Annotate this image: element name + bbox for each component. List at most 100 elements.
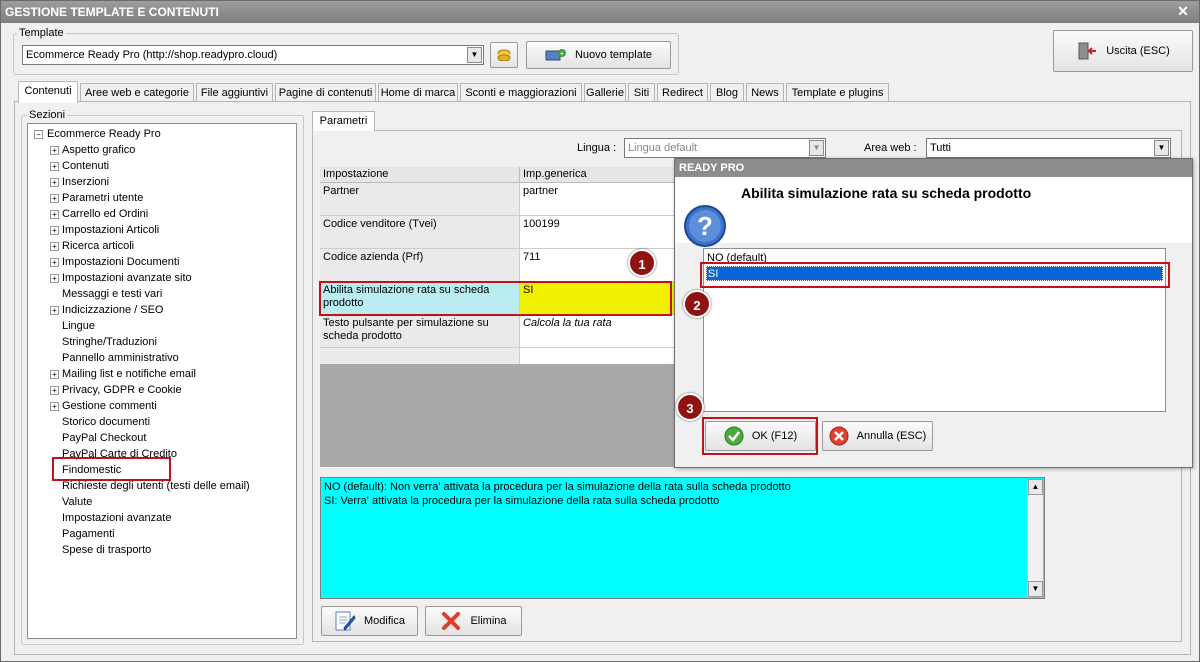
expand-icon[interactable]: + <box>50 370 59 379</box>
tree-item-storico-documenti[interactable]: Storico documenti <box>62 414 150 430</box>
tab-redirect[interactable]: Redirect <box>657 83 708 102</box>
lingua-select[interactable]: Lingua default ▼ <box>624 138 826 158</box>
new-template-button[interactable]: + Nuovo template <box>526 41 671 69</box>
expand-icon[interactable]: + <box>50 274 59 283</box>
expand-icon[interactable]: + <box>50 178 59 187</box>
expand-icon[interactable]: + <box>50 210 59 219</box>
expand-icon[interactable]: + <box>50 402 59 411</box>
tab-parametri[interactable]: Parametri <box>312 111 375 131</box>
expand-icon[interactable]: + <box>50 162 59 171</box>
tree-item-carrello-ed-ordini[interactable]: Carrello ed Ordini <box>62 206 148 222</box>
template-select[interactable]: Ecommerce Ready Pro (http://shop.readypr… <box>22 45 484 65</box>
tab-aree-web-e-categorie[interactable]: Aree web e categorie <box>80 83 194 102</box>
edit-button[interactable]: Modifica <box>321 606 418 636</box>
row-setting[interactable]: Testo pulsante per simulazione su scheda… <box>320 315 520 348</box>
tree-item-impostazioni-avanzate[interactable]: Impostazioni avanzate <box>62 510 171 526</box>
description-line: SI: Verra' attivata la procedura per la … <box>324 495 720 507</box>
tab-label: Aree web e categorie <box>85 87 189 99</box>
exit-label: Uscita (ESC) <box>1106 45 1170 57</box>
tab-siti[interactable]: Siti <box>628 83 655 102</box>
tab-news[interactable]: News <box>746 83 784 102</box>
tab-label: Siti <box>633 87 650 99</box>
tab-pagine-di-contenuti[interactable]: Pagine di contenuti <box>275 83 376 102</box>
tab-blog[interactable]: Blog <box>710 83 744 102</box>
expand-icon[interactable]: + <box>50 226 59 235</box>
tab-parametri-label: Parametri <box>319 115 368 127</box>
dialog-title: READY PRO <box>675 159 1192 177</box>
tree-item-stringhe-traduzioni[interactable]: Stringhe/Traduzioni <box>62 334 157 350</box>
database-icon <box>497 49 511 61</box>
row-setting[interactable]: Codice venditore (Tvei) <box>320 216 520 249</box>
delete-x-icon <box>442 612 461 630</box>
tree-item-valute[interactable]: Valute <box>62 494 92 510</box>
sections-label: Sezioni <box>27 109 68 121</box>
tree-item-messaggi-e-testi-vari[interactable]: Messaggi e testi vari <box>62 286 162 302</box>
tree-item-impostazioni-avanzate-sito[interactable]: Impostazioni avanzate sito <box>62 270 192 286</box>
row-value[interactable]: partner <box>520 183 676 216</box>
tree-item-mailing-list-e-notifiche-email[interactable]: Mailing list e notifiche email <box>62 366 196 382</box>
tab-label: Contenuti <box>24 85 72 97</box>
tree-item-impostazioni-documenti[interactable]: Impostazioni Documenti <box>62 254 179 270</box>
close-icon[interactable]: ✕ <box>1175 3 1191 19</box>
tree-item-paypal-checkout[interactable]: PayPal Checkout <box>62 430 146 446</box>
area-web-value: Tutti <box>930 142 951 154</box>
cancel-icon <box>829 426 849 446</box>
collapse-icon[interactable]: − <box>34 130 43 139</box>
column-header-value[interactable]: Imp.generica <box>520 167 676 183</box>
tree-item-privacy-gdpr-e-cookie[interactable]: Privacy, GDPR e Cookie <box>62 382 182 398</box>
area-web-select[interactable]: Tutti ▼ <box>926 138 1171 158</box>
settings-grid[interactable]: Impostazione Imp.generica Partner partne… <box>320 167 676 467</box>
tree-item-ricerca-articoli[interactable]: Ricerca articoli <box>62 238 134 254</box>
tab-gallerie[interactable]: Gallerie <box>584 83 626 102</box>
expand-icon[interactable]: + <box>50 258 59 267</box>
tree-item-gestione-commenti[interactable]: Gestione commenti <box>62 398 157 414</box>
expand-icon[interactable]: + <box>50 194 59 203</box>
tree-item-pagamenti[interactable]: Pagamenti <box>62 526 115 542</box>
tab-contenuti[interactable]: Contenuti <box>18 81 78 103</box>
template-open-button[interactable] <box>490 42 518 68</box>
scroll-down-icon[interactable]: ▼ <box>1028 581 1043 597</box>
tree-item-indicizzazione-seo[interactable]: Indicizzazione / SEO <box>62 302 164 318</box>
tab-home-di-marca[interactable]: Home di marca <box>378 83 458 102</box>
chevron-down-icon[interactable]: ▼ <box>809 140 824 156</box>
tree-item-inserzioni[interactable]: Inserzioni <box>62 174 109 190</box>
expand-icon[interactable]: + <box>50 146 59 155</box>
tree-item-lingue[interactable]: Lingue <box>62 318 95 334</box>
tab-file-aggiuntivi[interactable]: File aggiuntivi <box>196 83 273 102</box>
expand-icon[interactable]: + <box>50 242 59 251</box>
edit-document-icon <box>335 611 356 631</box>
exit-button[interactable]: Uscita (ESC) <box>1053 30 1193 72</box>
column-header-setting[interactable]: Impostazione <box>320 167 520 183</box>
description-box[interactable]: NO (default): Non verra' attivata la pro… <box>320 477 1045 599</box>
scroll-up-icon[interactable]: ▲ <box>1028 479 1043 495</box>
row-setting[interactable]: Codice azienda (Prf) <box>320 249 520 282</box>
delete-label: Elimina <box>470 615 507 627</box>
tab-template-e-plugins[interactable]: Template e plugins <box>786 83 889 102</box>
expand-icon[interactable]: + <box>50 306 59 315</box>
main-window: GESTIONE TEMPLATE E CONTENUTI ✕ Template… <box>0 0 1200 662</box>
cancel-button[interactable]: Annulla (ESC) <box>822 421 933 451</box>
template-group-label: Template <box>17 27 66 39</box>
tree-root[interactable]: Ecommerce Ready Pro <box>47 126 161 142</box>
expand-icon[interactable]: + <box>50 386 59 395</box>
tree-item-contenuti[interactable]: Contenuti <box>62 158 109 174</box>
tree-item-pannello-amministrativo[interactable]: Pannello amministrativo <box>62 350 179 366</box>
row-value[interactable]: Calcola la tua rata <box>520 315 676 348</box>
tree-item-parametri-utente[interactable]: Parametri utente <box>62 190 143 206</box>
callout-box-setting-row <box>319 281 672 316</box>
tree-item-impostazioni-articoli[interactable]: Impostazioni Articoli <box>62 222 159 238</box>
description-scrollbar[interactable]: ▲ ▼ <box>1027 479 1043 597</box>
delete-button[interactable]: Elimina <box>425 606 522 636</box>
chevron-down-icon[interactable]: ▼ <box>467 47 482 63</box>
tab-label: Template e plugins <box>791 87 884 99</box>
step-badge-3: 3 <box>676 393 704 421</box>
tab-sconti-e-maggiorazioni[interactable]: Sconti e maggiorazioni <box>460 83 582 102</box>
sections-tree[interactable]: − Ecommerce Ready Pro + Aspetto grafico + C… <box>27 123 297 639</box>
chevron-down-icon[interactable]: ▼ <box>1154 140 1169 156</box>
cancel-label: Annulla (ESC) <box>856 430 927 442</box>
row-value[interactable]: 100199 <box>520 216 676 249</box>
row-setting[interactable]: Partner <box>320 183 520 216</box>
tree-item-aspetto-grafico[interactable]: Aspetto grafico <box>62 142 135 158</box>
lingua-label: Lingua : <box>577 142 617 154</box>
tree-item-spese-di-trasporto[interactable]: Spese di trasporto <box>62 542 151 558</box>
